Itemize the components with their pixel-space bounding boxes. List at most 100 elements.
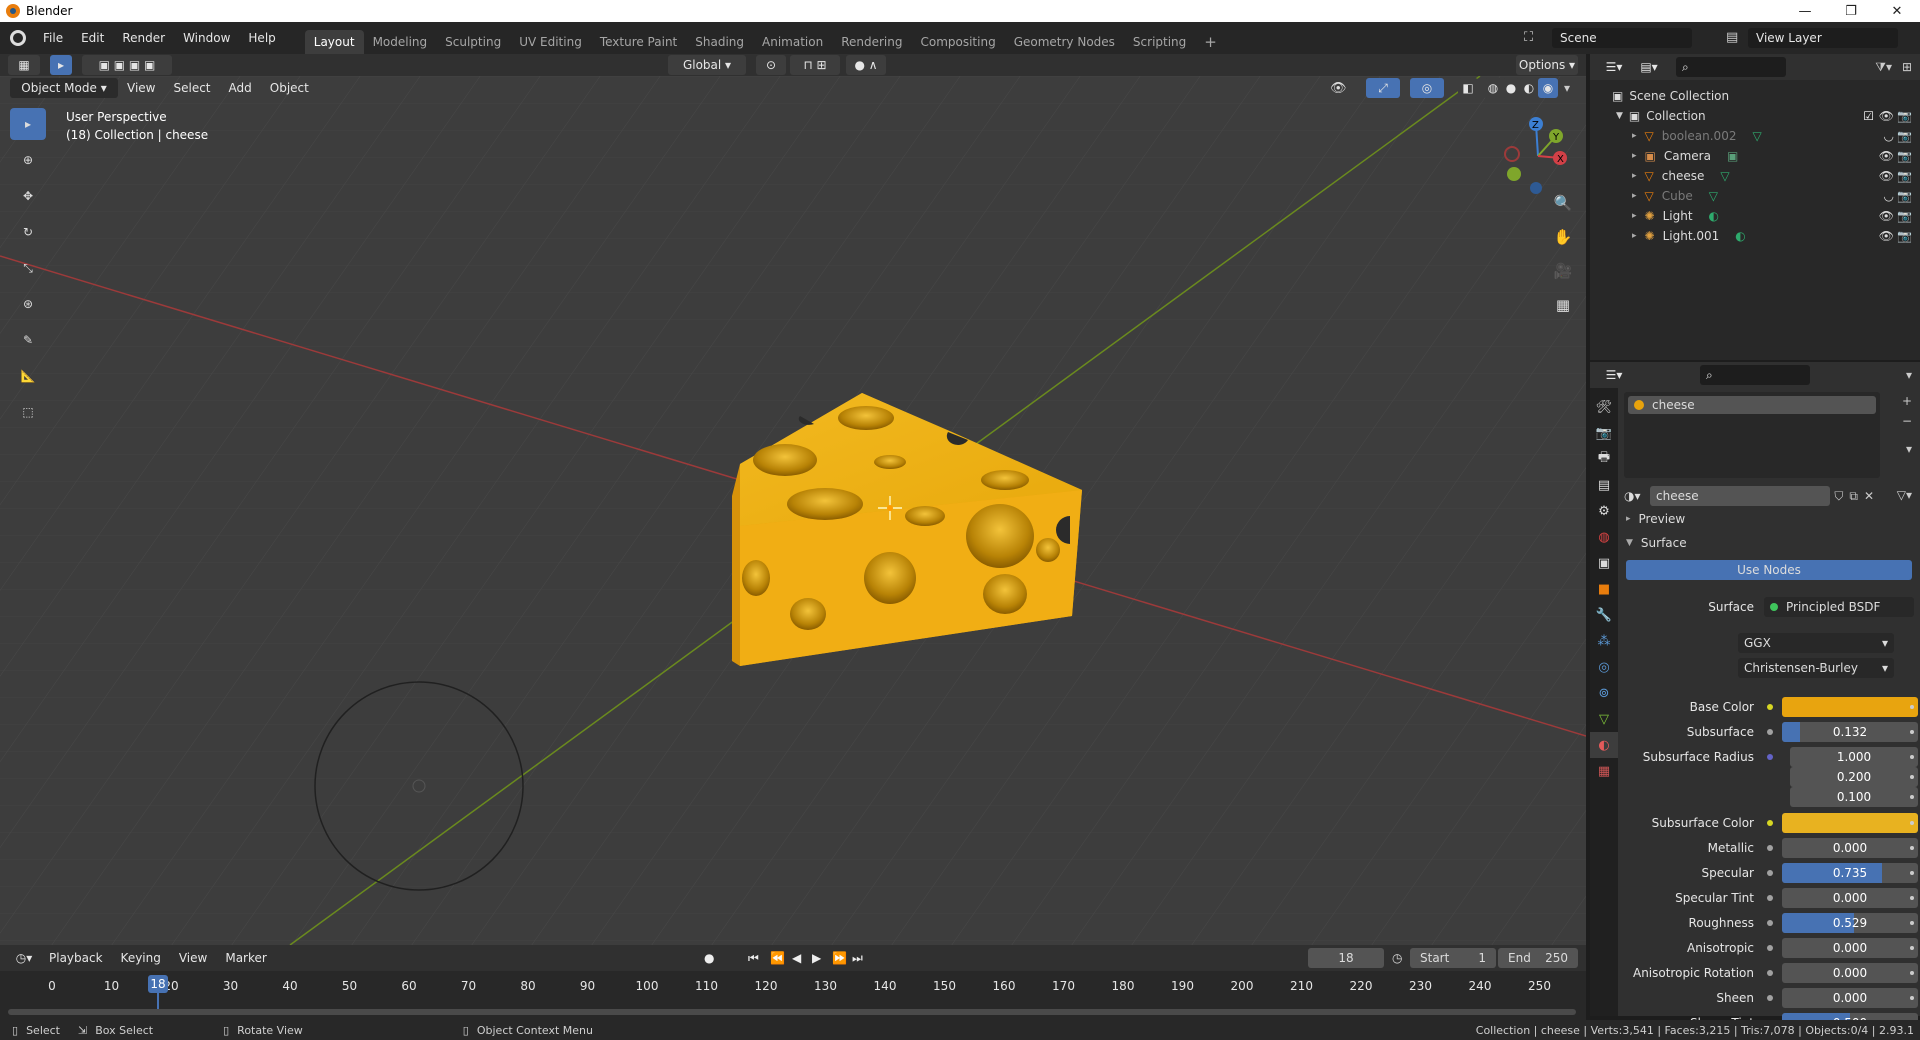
tab-texture-paint[interactable]: Texture Paint	[591, 30, 686, 54]
add-cube-tool-icon[interactable]: ⬚	[10, 396, 46, 428]
expand-arrow-icon[interactable]: ▸	[1632, 211, 1637, 221]
subsurface-radius-component[interactable]: 0.100	[1790, 787, 1918, 807]
tab-scripting[interactable]: Scripting	[1124, 30, 1195, 54]
outliner-item-camera[interactable]: ▸ ▣ Camera ▣ 👁 📷	[1590, 146, 1920, 166]
tool-tab-icon[interactable]: 🛠	[1590, 394, 1618, 420]
outliner-item-cube[interactable]: ▸ ▽ Cube ▽ ◡ 📷	[1590, 186, 1920, 206]
outliner-search[interactable]: ⌕	[1676, 57, 1786, 77]
eye-icon[interactable]: 👁	[1879, 169, 1894, 183]
select-mode-icon[interactable]: ▸	[50, 55, 72, 75]
fake-user-icon[interactable]: ⛉	[1834, 489, 1843, 504]
camera-render-icon[interactable]: 📷	[1897, 149, 1912, 163]
outliner-item-light-001[interactable]: ▸ ✺ Light.001 ◐ 👁 📷	[1590, 226, 1920, 246]
particles-tab-icon[interactable]: ⁂	[1590, 628, 1618, 654]
render-tab-icon[interactable]: 📷	[1590, 420, 1618, 446]
menu-edit[interactable]: Edit	[72, 22, 113, 54]
menu-render[interactable]: Render	[113, 22, 174, 54]
physics-tab-icon[interactable]: ◎	[1590, 654, 1618, 680]
camera-render-icon[interactable]: 📷	[1897, 229, 1912, 243]
expand-arrow-icon[interactable]: ▸	[1632, 231, 1637, 241]
keyframe-dot-icon[interactable]	[1910, 730, 1914, 734]
annotate-tool-icon[interactable]: ✎	[10, 324, 46, 356]
eye-closed-icon[interactable]: ◡	[1884, 129, 1894, 143]
surface-shader-field[interactable]: Principled BSDF	[1764, 597, 1914, 617]
properties-search[interactable]: ⌕	[1700, 365, 1810, 385]
keyframe-dot-icon[interactable]	[1910, 871, 1914, 875]
world-tab-icon[interactable]: ◍	[1590, 524, 1618, 550]
material-slot-list[interactable]: cheese	[1624, 392, 1880, 478]
new-collection-icon[interactable]: ⊞	[1902, 60, 1912, 74]
anisotropic-rotation-slider[interactable]: 0.000	[1782, 963, 1918, 983]
socket-icon[interactable]	[1764, 967, 1776, 979]
material-tab-icon[interactable]: ◐	[1590, 732, 1618, 758]
light-data-icon[interactable]: ◐	[1709, 209, 1719, 223]
socket-icon[interactable]	[1764, 701, 1776, 713]
socket-icon[interactable]	[1764, 842, 1776, 854]
scene-selector[interactable]: Scene	[1552, 28, 1692, 48]
material-slot-item[interactable]: cheese	[1628, 396, 1876, 414]
pan-hand-icon[interactable]: ✋	[1550, 224, 1576, 250]
add-slot-button[interactable]: +	[1902, 394, 1912, 408]
move-tool-icon[interactable]: ✥	[10, 180, 46, 212]
object-tab-icon[interactable]: ■	[1590, 576, 1618, 602]
keyframe-dot-icon[interactable]	[1910, 896, 1914, 900]
view-layer-tab-icon[interactable]: ▤	[1590, 472, 1618, 498]
camera-render-icon[interactable]: 📷	[1897, 189, 1912, 203]
scene-tab-icon[interactable]: ⚙	[1590, 498, 1618, 524]
rotate-tool-icon[interactable]: ↻	[10, 216, 46, 248]
shading-wireframe[interactable]: ◍	[1484, 78, 1502, 98]
select-tool-icon[interactable]: ▸	[10, 108, 46, 140]
anisotropic-slider[interactable]: 0.000	[1782, 938, 1918, 958]
modifier-tab-icon[interactable]: 🔧	[1590, 602, 1618, 628]
keyframe-dot-icon[interactable]	[1910, 775, 1914, 779]
properties-options-icon[interactable]: ▾	[1906, 368, 1912, 382]
socket-icon[interactable]	[1764, 942, 1776, 954]
options-dropdown[interactable]: Options ▾	[1516, 55, 1578, 75]
viewport-menu-select[interactable]: Select	[164, 76, 219, 100]
tab-modeling[interactable]: Modeling	[364, 30, 437, 54]
editor-type-button[interactable]: ▦	[8, 55, 40, 75]
viewport-menu-add[interactable]: Add	[220, 76, 261, 100]
outliner-item-boolean-002[interactable]: ▸ ▽ boolean.002 ▽ ◡ 📷	[1590, 126, 1920, 146]
properties-editor-type[interactable]: ☰▾	[1598, 365, 1630, 385]
light-data-icon[interactable]: ◐	[1735, 229, 1745, 243]
eye-icon[interactable]: 👁	[1879, 149, 1894, 163]
keyframe-dot-icon[interactable]	[1910, 846, 1914, 850]
unlink-material-icon[interactable]: ✕	[1864, 489, 1874, 503]
blender-menu-icon[interactable]	[10, 30, 26, 46]
keyframe-dot-icon[interactable]	[1910, 996, 1914, 1000]
texture-tab-icon[interactable]: ▦	[1590, 758, 1618, 784]
box-select-modes[interactable]: ▣ ▣ ▣ ▣	[82, 55, 172, 75]
specular-tint-slider[interactable]: 0.000	[1782, 888, 1918, 908]
cursor-tool-icon[interactable]: ⊕	[10, 144, 46, 176]
eye-closed-icon[interactable]: ◡	[1884, 189, 1894, 203]
object-mode-dropdown[interactable]: Object Mode ▾	[10, 78, 118, 98]
keyframe-dot-icon[interactable]	[1910, 971, 1914, 975]
menu-file[interactable]: File	[34, 22, 72, 54]
subsurface-method-dropdown[interactable]: Christensen-Burley ▾	[1738, 658, 1894, 678]
overlay-toggle[interactable]: ◎	[1410, 78, 1444, 98]
roughness-slider[interactable]: 0.529	[1782, 913, 1918, 933]
tab-compositing[interactable]: Compositing	[911, 30, 1004, 54]
outliner-display-mode[interactable]: ▤▾	[1634, 57, 1664, 77]
add-workspace-button[interactable]: +	[1195, 30, 1226, 54]
viewport-menu-object[interactable]: Object	[261, 76, 318, 100]
collapse-arrow-icon[interactable]: ▼	[1616, 111, 1623, 121]
shading-options-icon[interactable]: ▾	[1564, 81, 1570, 95]
expand-arrow-icon[interactable]: ▸	[1632, 171, 1637, 181]
tab-animation[interactable]: Animation	[753, 30, 832, 54]
shading-rendered[interactable]: ◉	[1538, 78, 1558, 98]
remove-slot-button[interactable]: −	[1902, 414, 1912, 428]
subsurface-radius-component[interactable]: 0.200	[1790, 767, 1918, 787]
menu-window[interactable]: Window	[174, 22, 239, 54]
outliner-editor-type[interactable]: ☰▾	[1598, 57, 1630, 77]
collection-tab-icon[interactable]: ▣	[1590, 550, 1618, 576]
viewport-menu-view[interactable]: View	[118, 76, 164, 100]
socket-icon[interactable]	[1764, 726, 1776, 738]
preview-panel-header[interactable]: ▸ Preview	[1626, 512, 1685, 526]
tab-uv-editing[interactable]: UV Editing	[510, 30, 591, 54]
xray-toggle[interactable]: ◧	[1458, 78, 1478, 98]
scale-tool-icon[interactable]: ⤡	[10, 252, 46, 284]
restore-button[interactable]: ❐	[1828, 0, 1874, 22]
visibility-icon[interactable]: 👁	[1330, 81, 1347, 96]
